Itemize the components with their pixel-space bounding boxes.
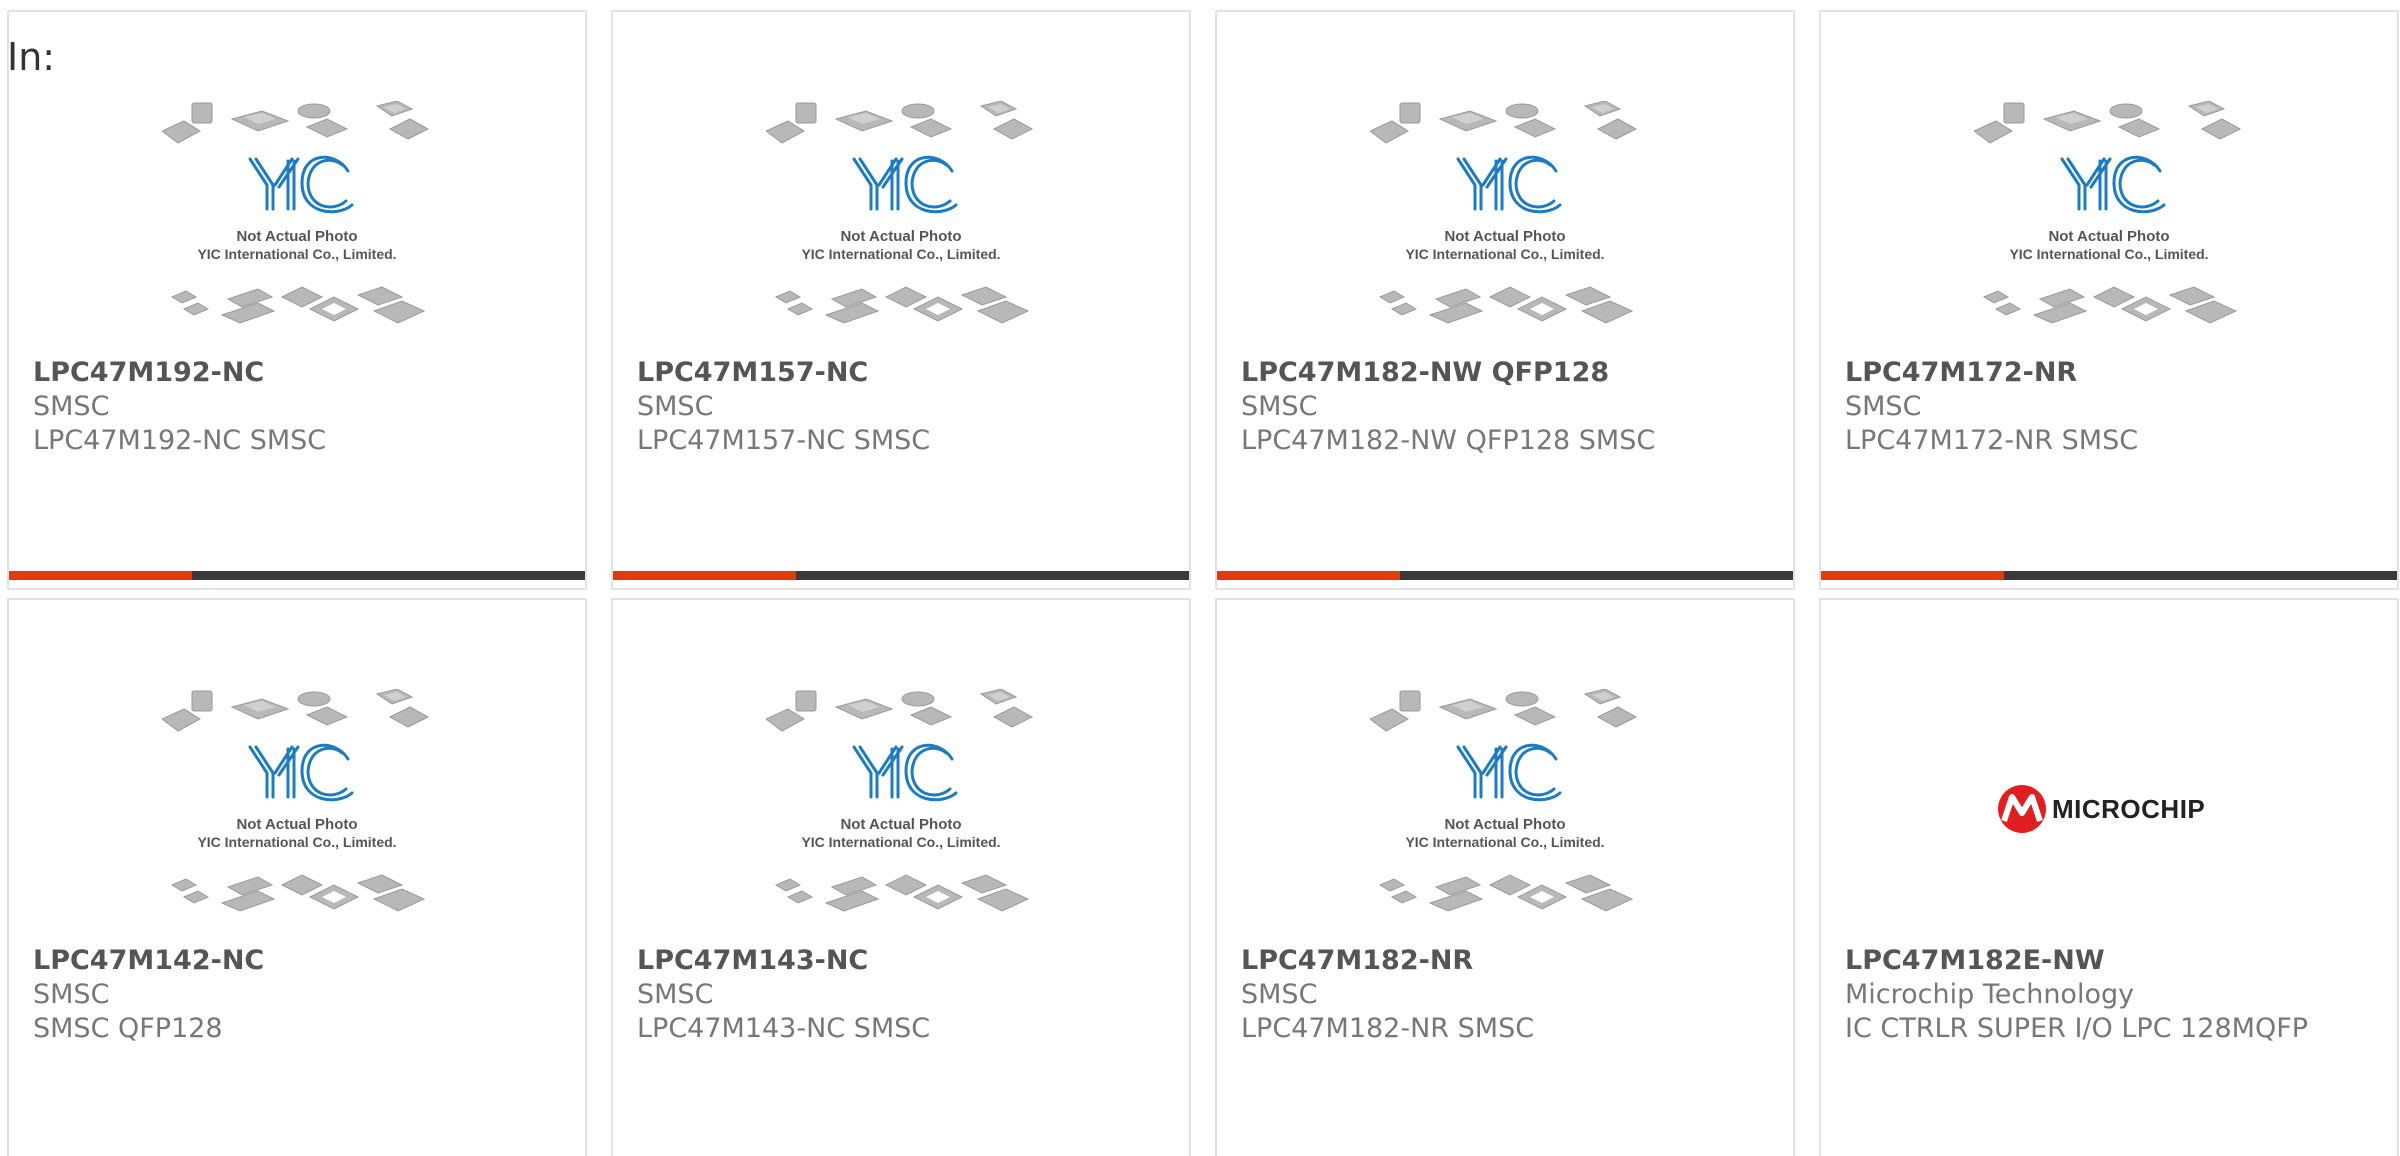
- yic-placeholder-image: Not Actual Photo YIC International Co., …: [766, 689, 1034, 912]
- yic-company-text: YIC International Co., Limited.: [1405, 834, 1604, 850]
- product-description: LPC47M192-NC SMSC: [33, 425, 327, 456]
- yic-company-text: YIC International Co., Limited.: [197, 834, 396, 850]
- product-info: LPC47M182-NR SMSC LPC47M182-NR SMSC: [1241, 944, 1773, 1046]
- card-accent-bar: [9, 571, 192, 580]
- yic-company-text: YIC International Co., Limited.: [197, 246, 396, 262]
- product-manufacturer: SMSC: [637, 391, 714, 422]
- card-accent-bar: [613, 571, 796, 580]
- product-manufacturer: SMSC: [1845, 391, 1922, 422]
- product-info: LPC47M142-NC SMSC SMSC QFP128: [33, 944, 565, 1046]
- product-description: LPC47M182-NW QFP128 SMSC: [1241, 425, 1656, 456]
- product-card[interactable]: Not Actual Photo YIC International Co., …: [1215, 10, 1795, 590]
- product-image[interactable]: Not Actual Photo YIC International Co., …: [9, 96, 585, 346]
- product-info: LPC47M172-NR SMSC LPC47M172-NR SMSC: [1845, 356, 2377, 458]
- product-manufacturer: SMSC: [1241, 391, 1318, 422]
- product-part-number[interactable]: LPC47M157-NC: [637, 356, 1169, 390]
- yic-placeholder-image: Not Actual Photo YIC International Co., …: [766, 101, 1034, 324]
- card-accent-bar: [1821, 571, 2004, 580]
- product-info: LPC47M182-NW QFP128 SMSC LPC47M182-NW QFP1…: [1241, 356, 1773, 458]
- product-image[interactable]: Not Actual Photo YIC International Co., …: [613, 684, 1189, 934]
- product-image[interactable]: Not Actual Photo YIC International Co., …: [1217, 684, 1793, 934]
- product-info: LPC47M143-NC SMSC LPC47M143-NC SMSC: [637, 944, 1169, 1046]
- product-card[interactable]: Not Actual Photo YIC International Co., …: [7, 598, 587, 1156]
- yic-company-text: YIC International Co., Limited.: [801, 834, 1000, 850]
- not-actual-photo-text: Not Actual Photo: [840, 228, 961, 245]
- product-card[interactable]: Not Actual Photo YIC International Co., …: [1215, 598, 1795, 1156]
- product-description: LPC47M143-NC SMSC: [637, 1013, 931, 1044]
- card-bottom-bar: [1821, 571, 2397, 580]
- product-image[interactable]: Not Actual Photo YIC International Co., …: [613, 96, 1189, 346]
- product-part-number[interactable]: LPC47M182-NR: [1241, 944, 1773, 978]
- product-manufacturer: SMSC: [33, 979, 110, 1010]
- product-part-number[interactable]: LPC47M142-NC: [33, 944, 565, 978]
- product-info: LPC47M192-NC SMSC LPC47M192-NC SMSC: [33, 356, 565, 458]
- product-image[interactable]: Not Actual Photo YIC International Co., …: [9, 684, 585, 934]
- product-description: SMSC QFP128: [33, 1013, 223, 1044]
- not-actual-photo-text: Not Actual Photo: [2048, 228, 2169, 245]
- product-description: IC CTRLR SUPER I/O LPC 128MQFP: [1845, 1013, 2309, 1044]
- microchip-logo-image: MICROCHIP: [1998, 785, 2205, 833]
- product-info: LPC47M157-NC SMSC LPC47M157-NC SMSC: [637, 356, 1169, 458]
- not-actual-photo-text: Not Actual Photo: [1444, 228, 1565, 245]
- product-card[interactable]: Not Actual Photo YIC International Co., …: [611, 598, 1191, 1156]
- product-description: LPC47M157-NC SMSC: [637, 425, 931, 456]
- product-card[interactable]: MICROCHIP LPC47M182E-NW Microchip Technol…: [1819, 598, 2399, 1156]
- product-image[interactable]: Not Actual Photo YIC International Co., …: [1217, 96, 1793, 346]
- card-bottom-bar: [9, 571, 585, 580]
- card-accent-bar: [1217, 571, 1400, 580]
- product-image[interactable]: MICROCHIP: [1821, 684, 2397, 934]
- yic-placeholder-image: Not Actual Photo YIC International Co., …: [1370, 101, 1638, 324]
- product-manufacturer: Microchip Technology: [1845, 979, 2135, 1010]
- product-part-number[interactable]: LPC47M143-NC: [637, 944, 1169, 978]
- yic-placeholder-image: Not Actual Photo YIC International Co., …: [1370, 689, 1638, 912]
- product-image[interactable]: Not Actual Photo YIC International Co., …: [1821, 96, 2397, 346]
- product-grid: Not Actual Photo YIC International Co., …: [7, 10, 2399, 1156]
- product-manufacturer: SMSC: [1241, 979, 1318, 1010]
- product-description: LPC47M172-NR SMSC: [1845, 425, 2139, 456]
- yic-company-text: YIC International Co., Limited.: [801, 246, 1000, 262]
- microchip-logo-text: MICROCHIP: [2052, 794, 2205, 824]
- filter-in-label: In:: [7, 35, 56, 79]
- yic-placeholder-image: Not Actual Photo YIC International Co., …: [162, 101, 430, 324]
- product-part-number[interactable]: LPC47M172-NR: [1845, 356, 2377, 390]
- product-manufacturer: SMSC: [33, 391, 110, 422]
- product-part-number[interactable]: LPC47M192-NC: [33, 356, 565, 390]
- product-info: LPC47M182E-NW Microchip Technology IC CTRL…: [1845, 944, 2377, 1046]
- not-actual-photo-text: Not Actual Photo: [236, 816, 357, 833]
- product-grid-page: In: Not Actual Photo YIC International C…: [0, 0, 2400, 1156]
- yic-company-text: YIC International Co., Limited.: [1405, 246, 1604, 262]
- product-description: LPC47M182-NR SMSC: [1241, 1013, 1535, 1044]
- yic-company-text: YIC International Co., Limited.: [2009, 246, 2208, 262]
- product-card[interactable]: Not Actual Photo YIC International Co., …: [7, 10, 587, 590]
- yic-placeholder-image: Not Actual Photo YIC International Co., …: [1974, 101, 2242, 324]
- product-manufacturer: SMSC: [637, 979, 714, 1010]
- yic-placeholder-image: Not Actual Photo YIC International Co., …: [162, 689, 430, 912]
- card-bottom-bar: [1217, 571, 1793, 580]
- not-actual-photo-text: Not Actual Photo: [840, 816, 961, 833]
- product-card[interactable]: Not Actual Photo YIC International Co., …: [1819, 10, 2399, 590]
- product-part-number[interactable]: LPC47M182-NW QFP128: [1241, 356, 1773, 390]
- product-part-number[interactable]: LPC47M182E-NW: [1845, 944, 2377, 978]
- product-card[interactable]: Not Actual Photo YIC International Co., …: [611, 10, 1191, 590]
- not-actual-photo-text: Not Actual Photo: [1444, 816, 1565, 833]
- not-actual-photo-text: Not Actual Photo: [236, 228, 357, 245]
- card-bottom-bar: [613, 571, 1189, 580]
